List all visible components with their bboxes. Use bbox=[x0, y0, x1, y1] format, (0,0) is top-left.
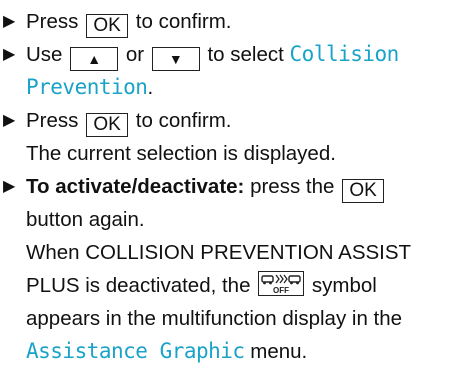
step-2-select-text: to select bbox=[201, 43, 290, 66]
step-3-press-text: Press bbox=[26, 109, 85, 132]
instruction-document: ▶ Press OK to confirm. ▶ Use ▲ or ▼ to s… bbox=[0, 0, 459, 363]
step-4: ▶ To activate/deactivate: press the OK b… bbox=[0, 170, 459, 368]
collision-prevention-off-icon: OFF bbox=[258, 271, 305, 296]
down-arrow-key: ▼ bbox=[151, 47, 200, 71]
step-4-line-6: Assistance Graphic menu. bbox=[26, 335, 459, 368]
off-label: OFF bbox=[273, 286, 289, 295]
step-1: ▶ Press OK to confirm. bbox=[0, 5, 459, 38]
step-4-line-5: appears in the multifunction display in … bbox=[26, 307, 403, 330]
step-4-line-1: To activate/deactivate: press the OK bbox=[26, 170, 459, 203]
step-2: ▶ Use ▲ or ▼ to select Collision Prevent… bbox=[0, 38, 459, 104]
step-1-press-text: Press bbox=[26, 10, 85, 33]
step-arrow-icon: ▶ bbox=[3, 178, 16, 195]
step-2-line-1: Use ▲ or ▼ to select Collision bbox=[26, 38, 459, 71]
ok-key: OK bbox=[342, 179, 385, 203]
step-2-use-text: Use bbox=[26, 43, 69, 66]
step-2-line-2: Prevention. bbox=[26, 71, 459, 104]
step-4-line-2: button again. bbox=[26, 208, 145, 231]
display-option-collision: Collision bbox=[289, 42, 400, 66]
ok-key: OK bbox=[86, 113, 129, 137]
step-2-or-text: or bbox=[120, 43, 150, 66]
step-3-confirm-text: to confirm. bbox=[130, 109, 232, 132]
ok-key: OK bbox=[86, 14, 129, 38]
step-4-bold-heading: To activate/deactivate: bbox=[26, 175, 245, 198]
step-3-line-1: Press OK to confirm. bbox=[26, 104, 459, 137]
step-4-deactivated-text: PLUS is deactivated, the bbox=[26, 274, 257, 297]
step-3: ▶ Press OK to confirm. The current selec… bbox=[0, 104, 459, 170]
step-4-symbol-text: symbol bbox=[306, 274, 377, 297]
step-1-confirm-text: to confirm. bbox=[130, 10, 232, 33]
step-arrow-icon: ▶ bbox=[3, 13, 16, 30]
step-arrow-icon: ▶ bbox=[3, 112, 16, 129]
display-menu-assistance-graphic: Assistance Graphic bbox=[26, 339, 245, 363]
step-arrow-icon: ▶ bbox=[3, 46, 16, 63]
step-2-period: . bbox=[147, 76, 154, 99]
display-option-prevention: Prevention bbox=[26, 75, 148, 99]
step-4-line-3: When COLLISION PREVENTION ASSIST bbox=[26, 241, 412, 264]
step-4-line-4: PLUS is deactivated, the OFF symbol bbox=[26, 269, 459, 302]
step-3-line-2: The current selection is displayed. bbox=[26, 142, 336, 165]
step-4-menu-text: menu. bbox=[244, 340, 308, 363]
step-1-line: Press OK to confirm. bbox=[26, 5, 459, 38]
step-4-press-text: press the bbox=[244, 175, 341, 198]
up-arrow-key: ▲ bbox=[70, 47, 119, 71]
